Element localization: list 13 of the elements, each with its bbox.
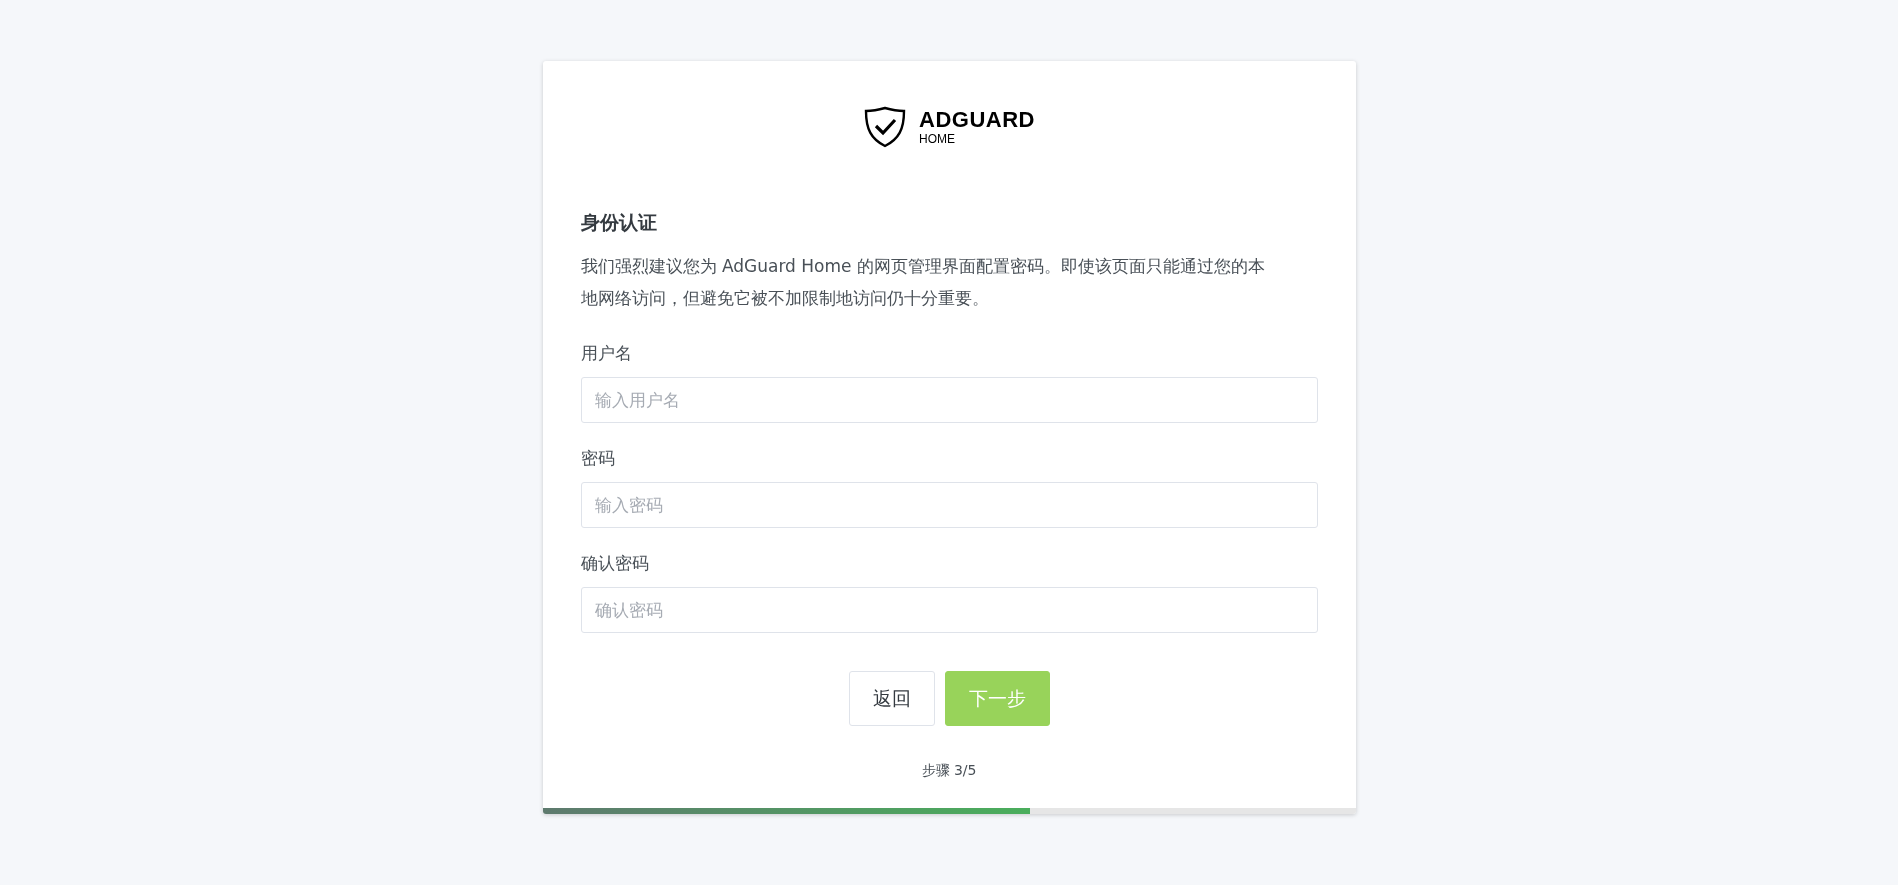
input-field[interactable]: 输入用户名: [580, 377, 1318, 423]
section-title: 身份认证: [580, 210, 658, 235]
back-button[interactable]: 返回: [848, 671, 935, 726]
field-label: 用户名: [580, 342, 633, 365]
field-label: 密码: [580, 447, 616, 470]
logo-name: ADGUARD: [919, 108, 1035, 132]
input-field[interactable]: 确认密码: [580, 587, 1318, 633]
description-text: 我们强烈建议您为 AdGuard Home 的网页管理界面配置密码。即使该页面只能通过您的本地网络访问，但避免它被不加限制地访问仍十分重要。: [580, 255, 1266, 310]
shield-check-icon: [863, 105, 907, 149]
step-indicator: 步骤 3/5: [921, 762, 977, 780]
field-label: 确认密码: [580, 552, 650, 575]
input-field[interactable]: 输入密码: [580, 482, 1318, 528]
logo-subtitle: HOME: [919, 132, 956, 146]
